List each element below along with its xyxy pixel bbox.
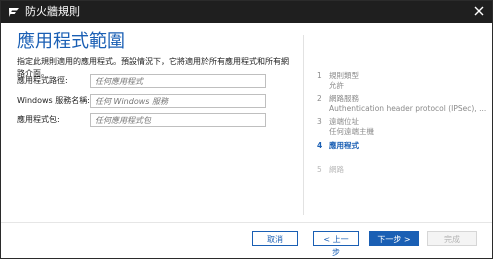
next-button[interactable]: 下一步 > <box>369 231 419 246</box>
app-path-label: 應用程式路徑: <box>17 76 68 85</box>
step-network-service: 2 網路服務 Authentication header protocol (IP… <box>317 94 486 114</box>
step-detail: Authentication header protocol (IPSec), … <box>329 104 487 113</box>
step-detail: 任何遠端主機 <box>329 127 374 136</box>
step-detail: 允許 <box>329 81 344 90</box>
app-package-label: 應用程式包: <box>17 115 60 124</box>
step-number: 4 <box>317 141 323 150</box>
close-icon[interactable] <box>472 4 486 18</box>
app-path-input[interactable] <box>90 74 266 88</box>
step-label: 規則類型 <box>329 71 359 80</box>
title-bar: 防火牆規則 <box>1 1 492 23</box>
steps-divider <box>303 35 304 215</box>
step-number: 2 <box>317 94 322 103</box>
step-remote-address: 3 遠端位址 任何遠端主機 <box>317 117 374 137</box>
page-title: 應用程式範圍 <box>17 31 125 52</box>
cancel-button[interactable]: 取消 <box>252 231 298 246</box>
window-title: 防火牆規則 <box>25 5 80 18</box>
finish-button[interactable]: 完成 <box>427 231 477 246</box>
step-application: 4 應用程式 <box>317 141 359 151</box>
footer-divider <box>1 222 492 223</box>
step-rule-type: 1 規則類型 允許 <box>317 71 359 91</box>
app-logo-icon <box>9 8 19 17</box>
step-label: 網路服務 <box>329 94 359 103</box>
app-package-input[interactable] <box>90 113 266 127</box>
step-number: 5 <box>317 165 322 174</box>
step-label: 網路 <box>329 165 344 174</box>
step-network: 5 網路 <box>317 165 344 175</box>
step-label: 應用程式 <box>329 141 359 150</box>
windows-service-label: Windows 服務名稱: <box>17 96 90 105</box>
step-number: 3 <box>317 117 322 126</box>
step-label: 遠端位址 <box>329 117 359 126</box>
back-button[interactable]: < 上一步 <box>313 231 359 257</box>
step-number: 1 <box>317 71 322 80</box>
windows-service-input[interactable] <box>90 94 266 108</box>
firewall-rule-dialog: 防火牆規則 應用程式範圍 指定此規則適用的應用程式。預設情況下，它將適用於所有應… <box>0 0 493 259</box>
